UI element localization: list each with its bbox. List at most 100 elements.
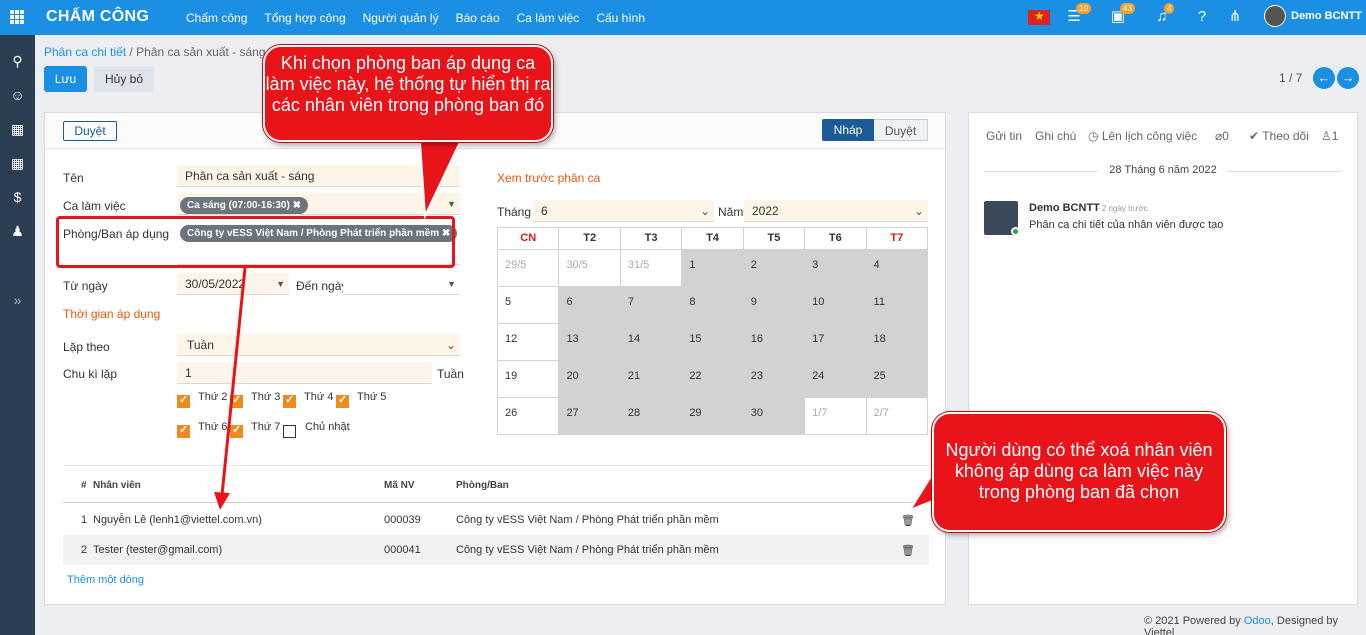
calendar-check-icon[interactable]: ▦ [9,156,26,171]
app-name[interactable]: CHẤM CÔNG [46,8,149,26]
notification-badge: 4 [1164,3,1175,14]
calendar-day: 22 [681,360,744,398]
weekday-checkbox[interactable] [336,393,349,408]
to-date-field[interactable]: ▼ [343,273,460,295]
menu-item-bao-cao[interactable]: Báo cáo [456,11,500,25]
cycle-field[interactable]: 1 [177,362,432,384]
user-avatar [1264,5,1286,27]
calendar-weekday-header: CN [496,227,560,250]
calendar-day: 2/7 [865,397,929,435]
users-icon[interactable]: ☺ [9,88,26,103]
table-row[interactable]: 1 Nguyễn Lê (lenh1@viettel.com.vn) 00003… [63,505,929,535]
followers-button[interactable]: ♙1 [1321,129,1338,143]
calendar-day: 30 [742,397,806,435]
trash-icon[interactable]: 🗑 [901,544,915,557]
schedule-activity-label: Lên lịch công việc [1101,129,1198,143]
log-note-button[interactable]: Ghi chú [1035,129,1076,143]
stage-draft[interactable]: Nháp [822,119,883,141]
calendar-day: 1 [681,249,744,287]
menu-item-tong-hop-cong[interactable]: Tổng hợp công [264,11,345,25]
bell-icon[interactable]: ♫ 4 [1152,3,1175,27]
calendar-day: 16 [742,323,806,361]
name-label: Tên [63,171,84,185]
weekday-label: Thứ 4 [304,391,334,403]
trash-icon[interactable]: 🗑 [901,514,915,527]
repeat-chevron-icon[interactable]: ⌄ [446,334,456,356]
save-button[interactable]: Lưu [44,66,87,92]
calendar-day: 1/7 [804,397,867,435]
messages-icon[interactable]: ▣ 43 [1108,3,1135,27]
menu-item-ca-lam-viec[interactable]: Ca làm việc [517,11,580,25]
calendar-day: 9 [742,286,806,324]
stage-approved[interactable]: Duyệt [874,119,928,141]
calendar-day: 11 [865,286,929,324]
calendar-x-icon[interactable]: ▦ [9,122,26,137]
add-line-link[interactable]: Thêm một dòng [67,574,144,586]
calendar-weekday-header: T4 [681,227,744,250]
apply-time-title: Thời gian áp dụng [63,307,161,321]
breadcrumb-parent[interactable]: Phân ca chi tiết [44,45,126,59]
repeat-select[interactable]: Tuần ⌄ [177,334,460,356]
previous-record-button[interactable]: ← [1313,67,1335,89]
pager-value[interactable]: 1 / 7 [1279,71,1302,85]
money-icon[interactable]: $ [9,190,26,205]
shift-field[interactable]: Ca sáng (07:00-16:30) ✖ ▼ [177,193,460,215]
month-select[interactable]: 6 ⌄ [533,200,714,222]
from-date-label: Từ ngày [63,279,108,293]
weekday-checkbox[interactable] [177,423,190,438]
menu-item-cham-cong[interactable]: Chấm công [186,11,247,25]
follow-label: Theo dõi [1262,129,1309,143]
month-value: 6 [541,204,548,218]
name-field[interactable]: Phân ca sản xuất - sáng [177,165,460,187]
calendar-weekday-header: T5 [742,227,806,250]
discard-button[interactable]: Hủy bỏ [94,66,154,92]
from-date-caret-icon[interactable]: ▼ [276,273,285,295]
row-employee: Nguyễn Lê (lenh1@viettel.com.vn) [93,514,262,526]
message-time: - 2 ngày trước [1097,204,1148,213]
message-author[interactable]: Demo BCNTT [1029,202,1100,214]
next-record-button[interactable]: → [1337,67,1359,89]
calendar-weekday-header: T2 [558,227,621,250]
from-date-field[interactable]: 30/05/2022 ▼ [177,273,289,295]
user-menu[interactable]: Demo BCNTT [1264,5,1362,27]
month-chevron-icon[interactable]: ⌄ [700,200,710,222]
year-chevron-icon[interactable]: ⌄ [914,200,924,222]
org-chart-icon[interactable]: ⋔ [1225,7,1245,27]
col-employee[interactable]: Nhân viên [93,480,141,491]
shift-tag[interactable]: Ca sáng (07:00-16:30) ✖ [180,197,308,214]
year-select[interactable]: 2022 ⌄ [744,200,928,222]
col-employee-code[interactable]: Mã NV [384,480,415,491]
calendar-day: 6 [558,286,621,324]
col-department[interactable]: Phòng/Ban [456,480,509,491]
callout-delete: Người dùng có thể xoá nhân viên không áp… [932,412,1226,532]
weekday-checkbox[interactable] [230,393,243,408]
calendar-day: 24 [804,360,867,398]
expand-sidebar-icon[interactable]: » [9,293,26,308]
row-employee-code: 000041 [384,544,421,556]
weekday-label: Thứ 6 [198,421,228,433]
follow-button[interactable]: ✔ Theo dõi [1249,129,1309,143]
schedule-activity-button[interactable]: ◷ Lên lịch công việc [1088,129,1197,143]
activity-icon[interactable]: ☰ 10 [1064,3,1091,27]
to-date-caret-icon[interactable]: ▼ [447,273,456,295]
approve-button[interactable]: Duyệt [63,121,117,141]
table-row[interactable]: 2 Tester (tester@gmail.com) 000041 Công … [63,535,929,565]
message-date: 28 Tháng 6 năm 2022 [1109,164,1217,176]
weekday-checkbox[interactable] [230,423,243,438]
apps-grid-icon[interactable] [10,10,24,24]
menu-item-cau-hinh[interactable]: Cấu hình [596,11,645,25]
group-icon[interactable]: ♟ [9,224,26,239]
attachment-button[interactable]: ⌀0 [1215,129,1229,143]
footer-odoo-link[interactable]: Odoo [1244,615,1271,627]
calendar-day: 19 [496,360,560,398]
shift-caret-icon[interactable]: ▼ [447,193,456,215]
help-icon[interactable]: ? [1192,7,1212,27]
weekday-checkbox[interactable] [283,393,296,408]
top-menu: Chấm công Tổng hợp công Người quản lý Bá… [186,11,662,25]
weekday-checkbox[interactable] [283,425,296,438]
menu-item-nguoi-quan-ly[interactable]: Người quản lý [363,11,439,25]
weekday-checkbox[interactable] [177,393,190,408]
language-flag-icon[interactable] [1028,9,1050,25]
employee-search-icon[interactable]: ⚲ [9,54,26,69]
send-message-button[interactable]: Gửi tin [986,129,1022,143]
